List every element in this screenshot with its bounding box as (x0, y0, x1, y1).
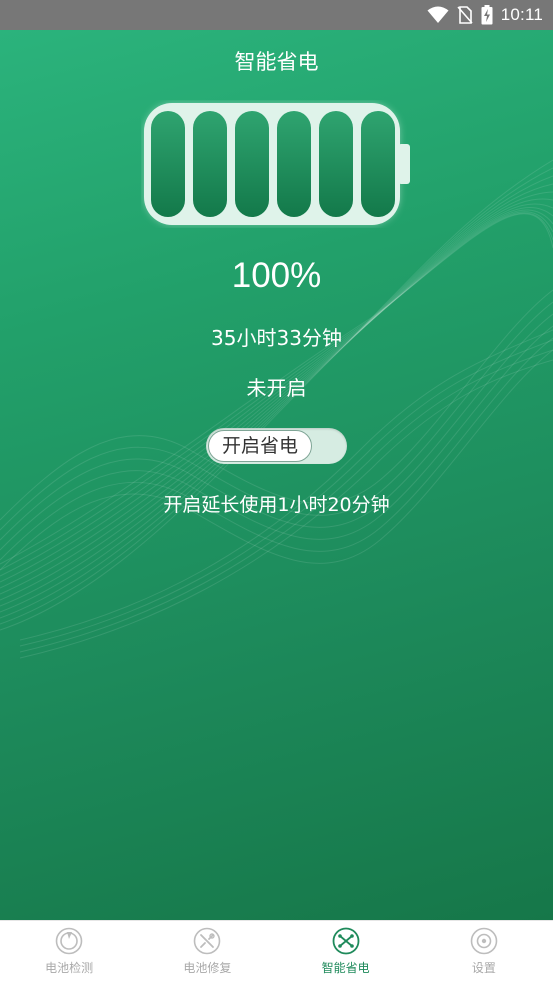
bottom-nav: 电池检测 电池修复 智能省电 设置 (0, 920, 553, 984)
toggle-label: 开启省电 (208, 430, 312, 462)
wifi-icon (427, 6, 449, 23)
nav-item-battery-repair[interactable]: 电池修复 (138, 921, 276, 984)
battery-cell (361, 111, 395, 217)
nav-item-settings[interactable]: 设置 (415, 921, 553, 984)
status-time: 10:11 (500, 5, 543, 24)
battery-cell (319, 111, 353, 217)
nav-label: 电池检测 (45, 961, 94, 975)
battery-test-icon (55, 927, 83, 955)
smart-save-icon (332, 927, 360, 955)
nav-item-battery-test[interactable]: 电池检测 (0, 921, 138, 984)
battery-cell (193, 111, 227, 217)
saver-status: 未开启 (246, 376, 307, 400)
battery-cell (235, 111, 269, 217)
extend-usage-text: 开启延长使用1小时20分钟 (163, 494, 390, 516)
status-bar: 10:11 (0, 0, 553, 30)
battery-cell (151, 111, 185, 217)
no-sim-icon (457, 6, 473, 24)
battery-charging-icon (481, 5, 493, 25)
nav-label: 电池修复 (183, 961, 232, 975)
time-remaining: 35小时33分钟 (211, 326, 342, 350)
status-icons: 10:11 (427, 5, 543, 25)
nav-item-smart-save[interactable]: 智能省电 (277, 921, 415, 984)
main-screen: 智能省电 100% 35小时33分钟 未开启 开启省电 开启延长使用1小时20分… (0, 30, 553, 920)
battery-cell (277, 111, 311, 217)
battery-percent: 100% (231, 256, 322, 295)
settings-icon (470, 927, 498, 955)
battery-graphic (144, 103, 410, 225)
nav-label: 智能省电 (321, 961, 370, 975)
power-saver-toggle[interactable]: 开启省电 (206, 428, 347, 464)
nav-label: 设置 (471, 961, 496, 975)
battery-repair-icon (194, 927, 221, 955)
page-title: 智能省电 (234, 50, 319, 74)
